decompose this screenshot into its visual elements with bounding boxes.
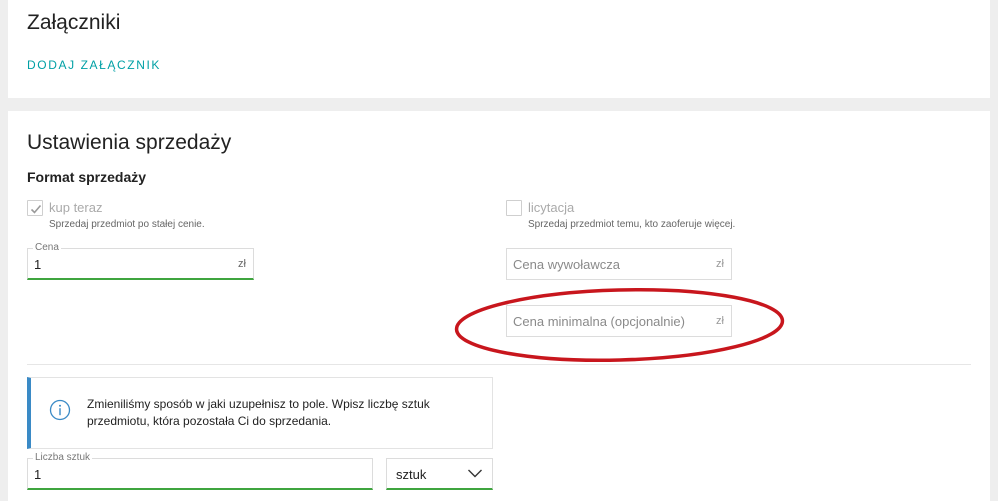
starting-price-field[interactable]: Cena wywoławcza zł [506, 248, 732, 280]
min-price-unit: zł [716, 315, 724, 327]
quantity-field-value: 1 [34, 467, 42, 482]
price-field-legend: Cena [33, 242, 61, 254]
chevron-down-icon [468, 469, 482, 478]
starting-price-placeholder: Cena wywoławcza [513, 257, 620, 272]
starting-price-unit: zł [716, 258, 724, 270]
price-field-value: 1 [34, 257, 42, 272]
checkmark-icon [30, 204, 42, 214]
info-icon [49, 399, 71, 421]
unit-select[interactable]: sztuk [386, 458, 493, 490]
quantity-field[interactable]: Liczba sztuk 1 [27, 452, 373, 490]
unit-select-value: sztuk [396, 467, 427, 482]
add-attachment-link[interactable]: DODAJ ZAŁĄCZNIK [27, 58, 161, 72]
auction-checkbox[interactable] [506, 200, 522, 216]
auction-label: licytacja [528, 200, 575, 215]
quantity-field-legend: Liczba sztuk [33, 452, 93, 464]
attachments-title: Załączniki [27, 11, 121, 34]
info-notice: Zmieniliśmy sposób w jaki uzupełnisz to … [27, 377, 493, 449]
sale-settings-card: Ustawienia sprzedaży Format sprzedaży ku… [8, 111, 990, 501]
section-divider [27, 364, 971, 365]
sale-format-heading: Format sprzedaży [27, 169, 147, 185]
info-notice-text: Zmieniliśmy sposób w jaki uzupełnisz to … [87, 397, 430, 428]
attachments-card: Załączniki DODAJ ZAŁĄCZNIK [8, 0, 990, 98]
price-field-unit: zł [238, 258, 246, 270]
buy-now-description: Sprzedaj przedmiot po stałej cenie. [49, 219, 205, 230]
price-field[interactable]: Cena 1 zł [27, 242, 254, 280]
buy-now-label: kup teraz [49, 200, 103, 215]
buy-now-checkbox[interactable] [27, 200, 43, 216]
sale-settings-title: Ustawienia sprzedaży [27, 131, 232, 154]
min-price-placeholder: Cena minimalna (opcjonalnie) [513, 314, 685, 329]
auction-description: Sprzedaj przedmiot temu, kto zaoferuje w… [528, 219, 736, 230]
min-price-field[interactable]: Cena minimalna (opcjonalnie) zł [506, 305, 732, 337]
